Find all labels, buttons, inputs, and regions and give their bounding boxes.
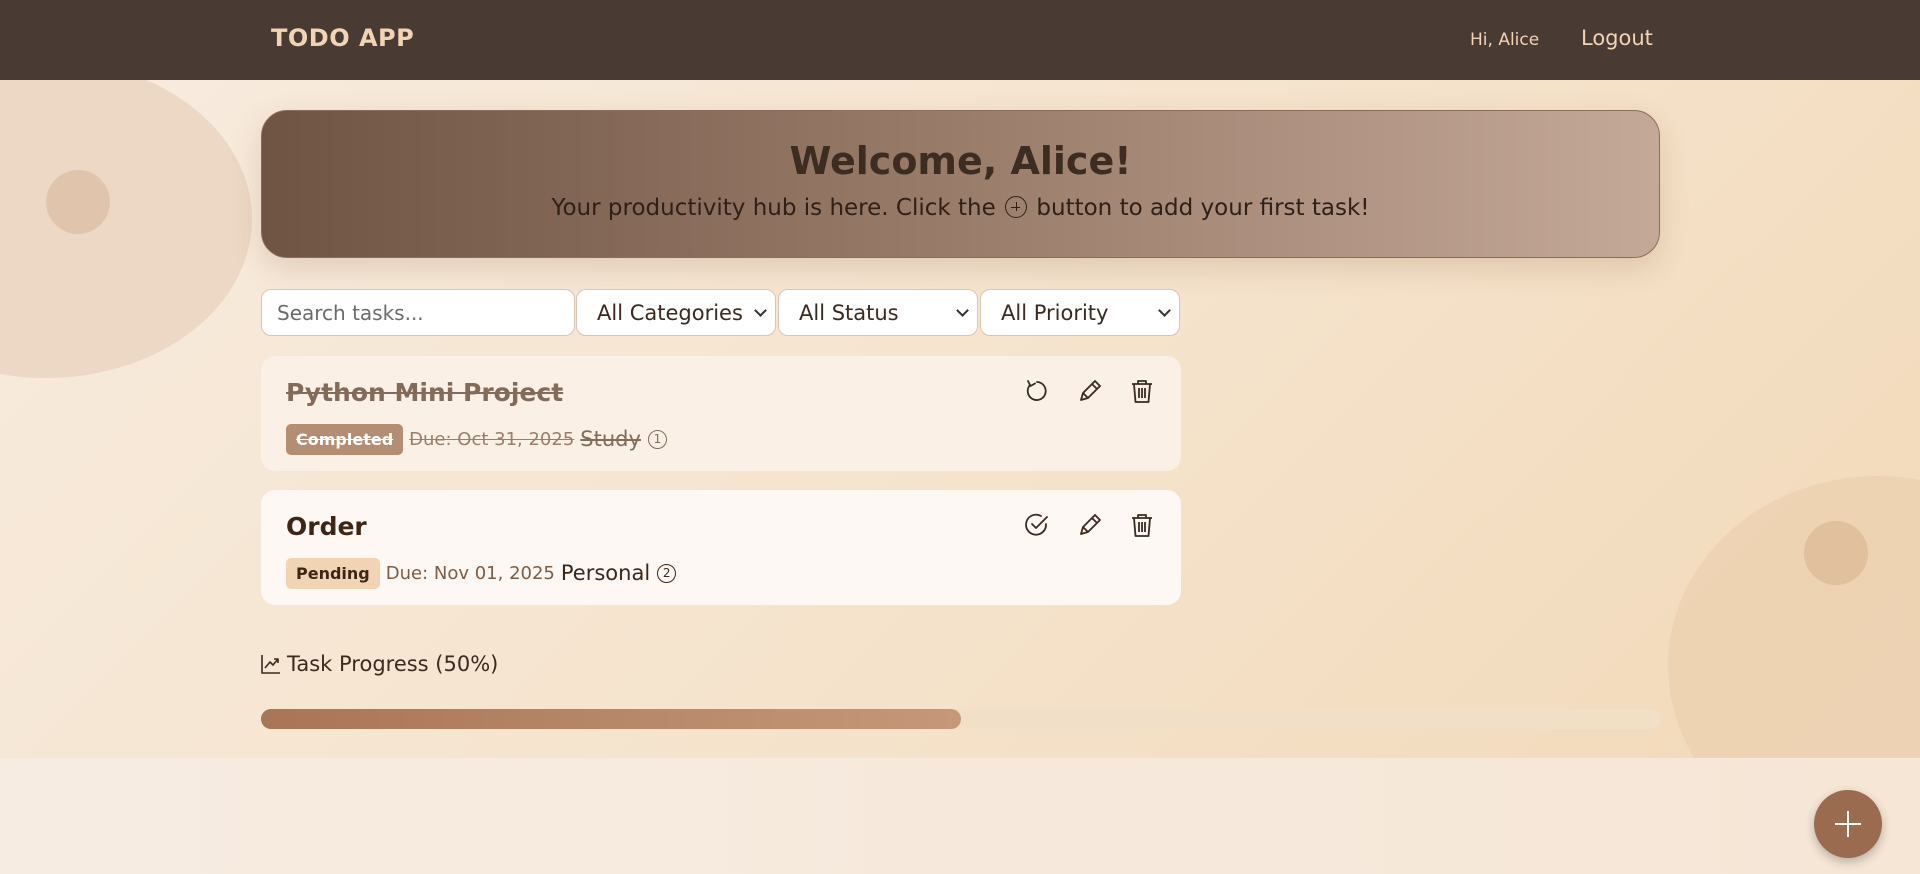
logout-button[interactable]: Logout	[1581, 26, 1653, 50]
progress-label: Task Progress (50%)	[261, 652, 498, 676]
user-greeting: Hi, Alice	[1470, 30, 1540, 50]
task-meta: Pending Due: Nov 01, 2025 Personal 2	[286, 557, 677, 589]
pencil-icon	[1080, 380, 1101, 401]
progress-bar-fill	[261, 709, 961, 729]
complete-button[interactable]	[1022, 510, 1052, 540]
progress-text: Task Progress (50%)	[287, 652, 499, 676]
status-badge: Pending	[286, 557, 380, 589]
page-footer-area	[0, 758, 1920, 874]
undo-icon	[1026, 380, 1047, 401]
trend-chart-icon	[261, 655, 280, 674]
search-input[interactable]	[261, 289, 575, 336]
welcome-subtitle-start: Your productivity hub is here. Click the	[551, 195, 996, 221]
decorative-circle	[46, 170, 110, 234]
delete-button[interactable]	[1127, 376, 1157, 406]
status-filter-value: All Status	[799, 301, 899, 325]
edit-button[interactable]	[1075, 376, 1105, 406]
task-category: Study	[580, 427, 641, 451]
chevron-down-icon	[956, 304, 969, 317]
task-title: Order	[286, 512, 367, 541]
priority-filter-value: All Priority	[1001, 301, 1109, 325]
trash-icon	[1132, 380, 1152, 403]
edit-button[interactable]	[1075, 510, 1105, 540]
check-circle-icon	[1025, 513, 1048, 536]
app-brand[interactable]: TODO APP	[271, 24, 414, 52]
status-badge: Completed	[286, 423, 404, 455]
task-card: Python Mini Project Completed Due: Oct 3…	[261, 356, 1181, 471]
category-filter-value: All Categories	[597, 301, 743, 325]
category-filter-select[interactable]: All Categories	[576, 289, 776, 336]
task-card: Order Pending Due: Nov 01, 2025 Personal…	[261, 490, 1181, 605]
priority-filter-select[interactable]: All Priority	[980, 289, 1180, 336]
progress-bar	[261, 709, 1660, 729]
welcome-banner: Welcome, Alice! Your productivity hub is…	[261, 110, 1660, 258]
add-task-button[interactable]	[1814, 790, 1882, 858]
delete-button[interactable]	[1127, 510, 1157, 540]
welcome-subtitle-end: button to add your first task!	[1036, 195, 1370, 221]
chevron-down-icon	[1158, 304, 1171, 317]
pencil-icon	[1080, 514, 1101, 535]
priority-badge: 2	[657, 563, 677, 583]
chevron-down-icon	[754, 304, 767, 317]
welcome-subtitle: Your productivity hub is here. Click the…	[262, 195, 1659, 221]
task-category: Personal	[560, 561, 651, 585]
status-filter-select[interactable]: All Status	[778, 289, 978, 336]
undo-button[interactable]	[1022, 376, 1052, 406]
decorative-circle	[1804, 521, 1868, 585]
task-due-date: Due: Oct 31, 2025	[409, 428, 575, 450]
welcome-title: Welcome, Alice!	[789, 139, 1132, 183]
trash-icon	[1132, 514, 1152, 537]
plus-circle-icon	[1005, 196, 1028, 218]
decorative-circle	[1668, 476, 1920, 758]
top-navbar: TODO APP Hi, Alice Logout	[0, 0, 1920, 80]
priority-badge: 1	[647, 429, 667, 449]
decorative-circle	[0, 60, 252, 378]
task-title: Python Mini Project	[286, 378, 564, 407]
task-meta: Completed Due: Oct 31, 2025 Study 1	[286, 423, 667, 455]
task-due-date: Due: Nov 01, 2025	[385, 562, 555, 584]
